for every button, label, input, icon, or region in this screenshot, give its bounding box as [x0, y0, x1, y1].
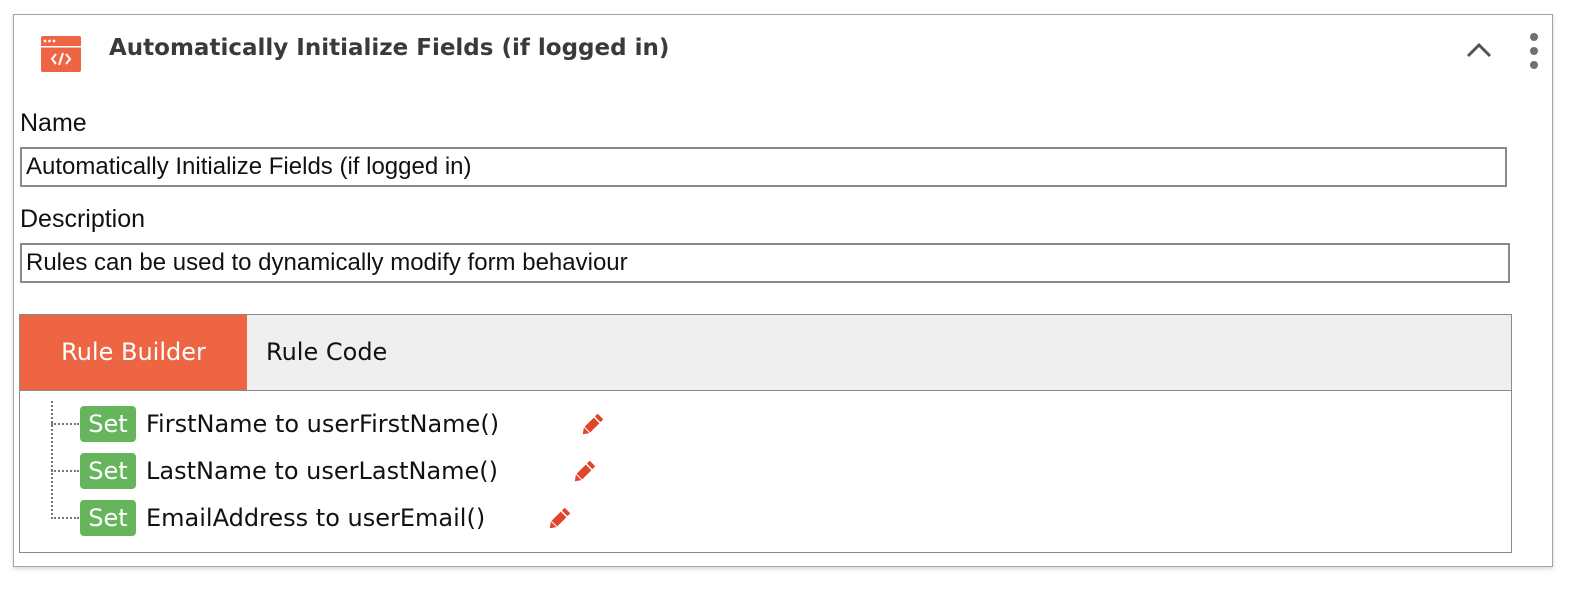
tree-branch: [51, 470, 79, 472]
pencil-icon[interactable]: [571, 459, 597, 485]
code-window-icon: [41, 36, 81, 72]
tab-rule-builder[interactable]: Rule Builder: [20, 315, 247, 390]
rule-panel: Automatically Initialize Fields (if logg…: [13, 14, 1553, 567]
rule-text: FirstName to userFirstName(): [146, 410, 500, 438]
tree-connector: [51, 401, 53, 519]
name-label: Name: [20, 109, 87, 137]
rule-text: LastName to userLastName(): [146, 457, 499, 485]
set-action-badge: Set: [80, 406, 136, 442]
set-action-badge: Set: [80, 453, 136, 489]
tab-bar: Rule Builder Rule Code: [20, 315, 1511, 391]
pencil-icon[interactable]: [546, 506, 572, 532]
tab-rule-code[interactable]: Rule Code: [266, 315, 436, 390]
more-vertical-icon[interactable]: [1522, 32, 1546, 70]
set-action-badge: Set: [80, 500, 136, 536]
tree-branch: [51, 517, 79, 519]
rule-tabs-container: Rule Builder Rule Code Set FirstName to …: [19, 314, 1512, 553]
panel-title: Automatically Initialize Fields (if logg…: [109, 35, 670, 61]
tree-branch: [51, 423, 79, 425]
pencil-icon[interactable]: [579, 412, 605, 438]
panel-header[interactable]: Automatically Initialize Fields (if logg…: [14, 15, 1552, 87]
rule-text: EmailAddress to userEmail(): [146, 504, 486, 532]
description-label: Description: [20, 205, 146, 233]
chevron-up-icon[interactable]: [1464, 37, 1494, 63]
name-input[interactable]: [20, 147, 1507, 187]
rule-tree: Set FirstName to userFirstName() Set Las…: [20, 391, 1511, 552]
description-input[interactable]: [20, 243, 1510, 283]
